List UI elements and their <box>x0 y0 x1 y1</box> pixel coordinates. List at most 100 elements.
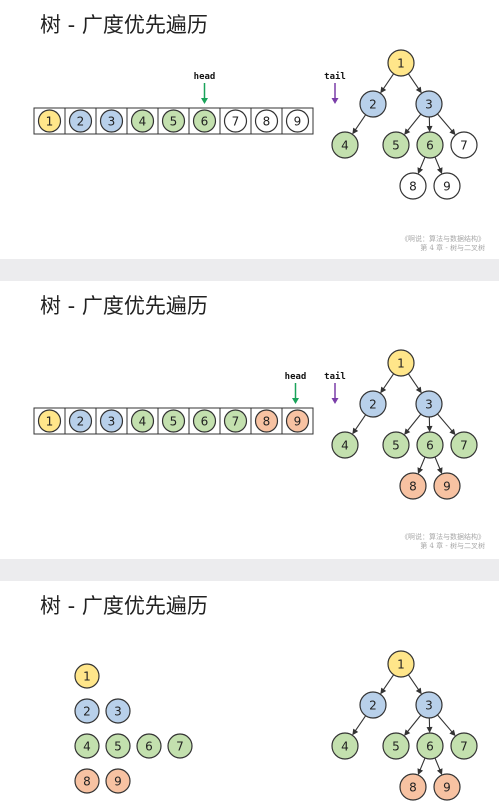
queue-item-2: 2 <box>68 109 93 133</box>
queue-item-8: 8 <box>254 109 279 133</box>
tree-node-4: 4 <box>331 131 359 159</box>
tree-edge <box>380 373 395 394</box>
tree-edge <box>380 674 395 695</box>
node-label: 1 <box>397 357 405 371</box>
tree-node-7: 7 <box>450 732 478 760</box>
queue-item-7: 7 <box>223 109 248 133</box>
level-node-9: 9 <box>105 768 131 794</box>
node-label: 8 <box>409 781 417 795</box>
level-node-3: 3 <box>105 698 131 724</box>
tree-node-4: 4 <box>331 431 359 459</box>
tree-edge <box>407 73 422 94</box>
queue-array: 1 2 3 4 5 6 7 8 9 <box>33 407 314 435</box>
queue-cell: 4 <box>126 407 159 435</box>
level-node-4: 4 <box>74 733 100 759</box>
bfs-diagram: 1 2 3 4 5 6 7 8 9 head tail 1 2 3 4 5 6 7 8 9 <box>33 349 478 500</box>
node-label: 4 <box>139 415 147 429</box>
tree-node-7: 7 <box>450 431 478 459</box>
queue-item-1: 1 <box>37 109 62 133</box>
tree-node-5: 5 <box>382 732 410 760</box>
tree-edge <box>404 413 422 435</box>
node-label: 6 <box>426 740 434 754</box>
bfs-diagram: 1 2 3 4 5 6 7 8 9 head tail 1 2 3 4 5 6 7 8 9 <box>33 49 478 200</box>
level-node-1: 1 <box>74 663 100 689</box>
binary-tree: 1 2 3 4 5 6 7 8 9 <box>331 650 478 801</box>
tree-edge <box>426 116 433 133</box>
tree-node-9: 9 <box>433 172 461 200</box>
queue-cell: 7 <box>219 107 252 135</box>
queue-cell: 3 <box>95 107 128 135</box>
tree-edge <box>417 456 426 474</box>
node-label: 9 <box>114 775 122 789</box>
slide-queue-step-1: 树 - 广度优先遍历 1 2 3 4 5 6 7 8 9 head tail 1 2 3 4 5 6 7 8 9 《啊… <box>0 0 499 259</box>
tree-node-2: 2 <box>359 90 387 118</box>
node-label: 5 <box>392 139 400 153</box>
level-node-5: 5 <box>105 733 131 759</box>
node-label: 4 <box>341 139 349 153</box>
level-order-groups: 12 34 5 6 78 9 <box>74 663 193 794</box>
level-1: 1 <box>74 663 100 689</box>
node-label: 1 <box>397 57 405 71</box>
queue-item-9: 9 <box>285 109 310 133</box>
footer-book-title: 《啊说：算法与数据结构》 <box>401 533 485 541</box>
footer-chapter: 第 4 章 - 树与二叉树 <box>420 542 485 550</box>
tree-edge <box>407 373 422 394</box>
tree-edge <box>404 714 422 736</box>
tail-pointer-arrow <box>331 83 339 104</box>
node-label: 2 <box>369 98 377 112</box>
tree-node-7: 7 <box>450 131 478 159</box>
node-label: 8 <box>83 775 91 789</box>
tree-edge <box>380 73 395 94</box>
node-label: 4 <box>139 115 147 129</box>
tail-pointer-label: tail <box>324 71 346 82</box>
node-label: 6 <box>426 439 434 453</box>
node-label: 3 <box>425 699 433 713</box>
queue-cell: 2 <box>64 107 97 135</box>
node-label: 3 <box>108 415 116 429</box>
footer-book-title: 《啊说：算法与数据结构》 <box>401 235 485 243</box>
queue-cell: 7 <box>219 407 252 435</box>
level-2: 23 <box>74 698 131 724</box>
node-label: 4 <box>341 439 349 453</box>
slide-footer: 《啊说：算法与数据结构》 第 4 章 - 树与二叉树 <box>401 533 485 551</box>
queue-item-4: 4 <box>130 109 155 133</box>
tree-edge <box>352 715 367 736</box>
node-label: 5 <box>392 439 400 453</box>
bfs-diagram: 12 34 5 6 78 912 34 5 6 78 9 <box>74 650 478 801</box>
head-pointer-arrow <box>292 383 299 404</box>
tree-node-2: 2 <box>359 691 387 719</box>
queue-cell: 6 <box>188 407 221 435</box>
queue-cell: 3 <box>95 407 128 435</box>
tree-edge <box>437 714 456 737</box>
queue-item-7: 7 <box>223 409 248 433</box>
node-label: 8 <box>409 480 417 494</box>
queue-item-3: 3 <box>99 409 124 433</box>
queue-item-5: 5 <box>161 109 186 133</box>
node-label: 9 <box>443 480 451 494</box>
node-label: 4 <box>341 740 349 754</box>
node-label: 7 <box>232 415 240 429</box>
queue-item-1: 1 <box>37 409 62 433</box>
node-label: 8 <box>263 115 271 129</box>
level-node-2: 2 <box>74 698 100 724</box>
tree-node-2: 2 <box>359 390 387 418</box>
tree-edge <box>417 757 426 775</box>
tree-node-4: 4 <box>331 732 359 760</box>
queue-item-9: 9 <box>285 409 310 433</box>
tree-node-6: 6 <box>416 131 444 159</box>
head-pointer-label: head <box>194 72 216 82</box>
node-label: 5 <box>170 115 178 129</box>
tree-edge <box>426 416 433 433</box>
footer-chapter: 第 4 章 - 树与二叉树 <box>420 244 485 252</box>
node-label: 7 <box>176 740 184 754</box>
tree-edge <box>437 413 456 436</box>
tree-node-8: 8 <box>399 773 427 801</box>
queue-cell: 5 <box>157 407 190 435</box>
level-node-6: 6 <box>136 733 162 759</box>
node-label: 5 <box>114 740 122 754</box>
level-node-7: 7 <box>167 733 193 759</box>
binary-tree: 1 2 3 4 5 6 7 8 9 <box>331 349 478 500</box>
queue-array: 1 2 3 4 5 6 7 8 9 <box>33 107 314 135</box>
node-label: 3 <box>114 705 122 719</box>
node-label: 7 <box>460 139 468 153</box>
